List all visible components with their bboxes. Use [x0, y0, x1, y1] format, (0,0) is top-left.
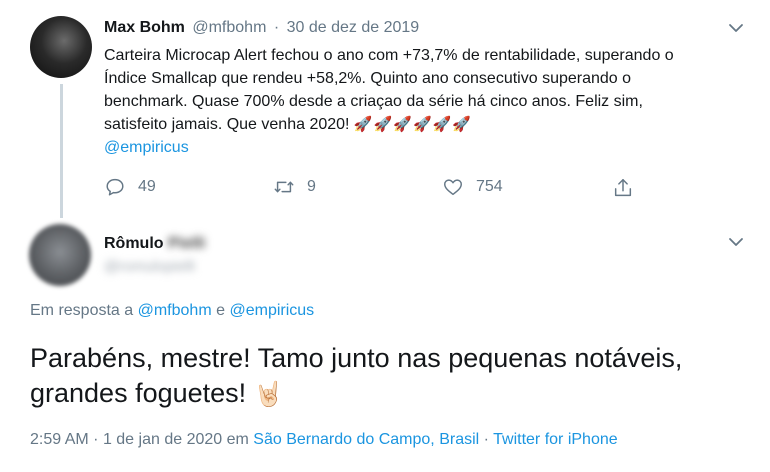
reply-date[interactable]: 1 de jan de 2020: [103, 431, 222, 448]
reply-author-surname-blurred: Pielli: [168, 235, 206, 252]
separator: ·: [273, 19, 280, 36]
replying-to: Em resposta a @mfbohm e @empiricus: [30, 302, 314, 320]
chevron-down-icon[interactable]: [726, 18, 746, 38]
reply-author-name[interactable]: Rômulo: [104, 235, 164, 252]
share-icon[interactable]: [612, 177, 634, 199]
reply-author-avatar[interactable]: [29, 224, 91, 286]
meta-dot-2: ·: [483, 431, 489, 448]
tweet-text: Carteira Microcap Alert fechou o ano com…: [104, 44, 684, 159]
reply-meta: 2:59 AM · 1 de jan de 2020 em São Bernar…: [30, 431, 618, 449]
reply-body: Parabéns, mestre! Tamo junto nas pequena…: [30, 343, 683, 408]
thread-line: [60, 84, 63, 218]
chevron-down-icon[interactable]: [726, 232, 746, 252]
like-action[interactable]: 754: [442, 176, 503, 198]
retweet-action[interactable]: 9: [273, 176, 316, 198]
reply-location[interactable]: São Bernardo do Campo, Brasil: [253, 431, 479, 448]
reply-header: Rômulo Pielli: [104, 235, 205, 253]
tweet-header: Max Bohm @mfbohm · 30 de dez de 2019: [104, 19, 419, 37]
reply-prefix: Em resposta a: [30, 302, 134, 319]
reply-icon: [106, 178, 124, 196]
tweet-date[interactable]: 30 de dez de 2019: [287, 19, 420, 36]
meta-dot: ·: [93, 431, 99, 448]
retweet-icon: [274, 181, 294, 193]
like-count: 754: [476, 178, 503, 195]
author-name[interactable]: Max Bohm: [104, 19, 185, 36]
retweet-count: 9: [307, 178, 316, 195]
reply-to-mfbohm[interactable]: @mfbohm: [138, 302, 212, 319]
reply-time[interactable]: 2:59 AM: [30, 431, 89, 448]
author-handle[interactable]: @mfbohm: [192, 19, 266, 36]
reply-conjunction: e: [216, 302, 226, 319]
reply-to-empiricus[interactable]: @empiricus: [229, 302, 314, 319]
reply-count: 49: [138, 178, 156, 195]
rocket-emojis: 🚀🚀🚀🚀🚀🚀: [353, 116, 472, 133]
rock-hand-emoji: 🤘🏻: [253, 381, 284, 408]
reply-action[interactable]: 49: [104, 176, 156, 198]
heart-icon: [444, 179, 462, 196]
mention-empiricus[interactable]: @empiricus: [104, 139, 189, 156]
author-avatar[interactable]: [30, 16, 92, 78]
reply-text: Parabéns, mestre! Tamo junto nas pequena…: [30, 341, 720, 412]
reply-source[interactable]: Twitter for iPhone: [493, 431, 618, 448]
meta-in: em: [226, 431, 249, 448]
reply-handle-blurred: @romulopielli: [104, 258, 196, 275]
